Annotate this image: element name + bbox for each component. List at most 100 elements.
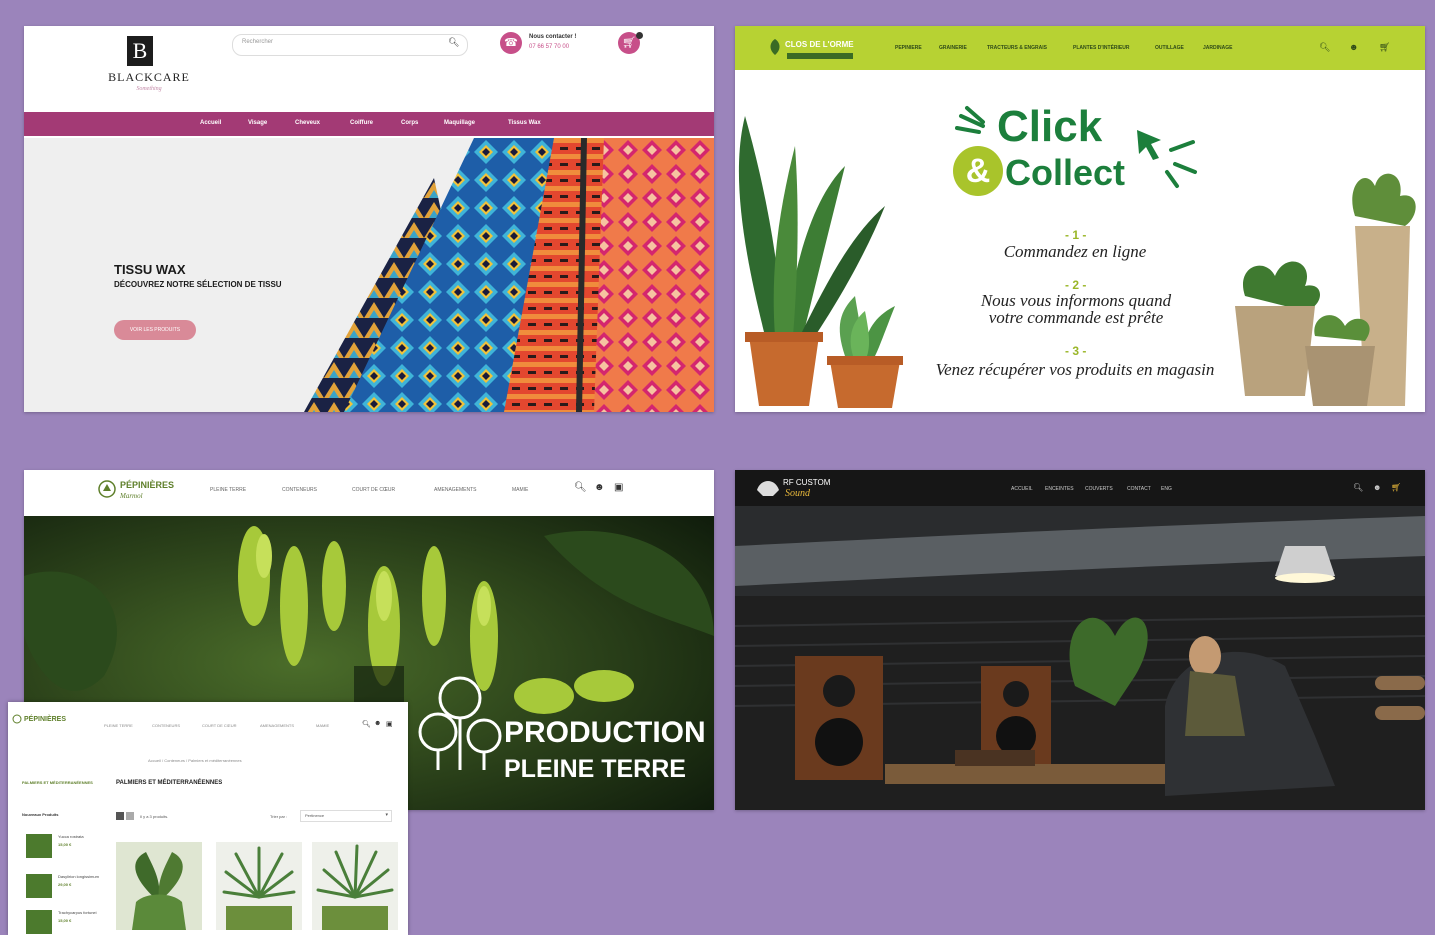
step-2-text: Nous vous informons quand votre commande… — [980, 291, 1172, 327]
brand-name[interactable]: RF CUSTOM — [783, 478, 830, 487]
product-count: Il y a 3 produits. — [140, 814, 169, 819]
account-icon[interactable]: ☻ — [374, 720, 381, 727]
view-products-button[interactable]: VOIR LES PRODUITS — [114, 320, 196, 340]
ampersand-badge: & — [953, 146, 1003, 196]
product-card-image-3[interactable] — [312, 842, 398, 930]
cart-icon[interactable]: ▣ — [386, 720, 393, 728]
brand-subtitle: Sound — [785, 488, 810, 499]
menu-item-court-de-coeur[interactable]: COURT DE CŒUR — [352, 487, 395, 493]
menu-item-contact[interactable]: CONTACT — [1127, 486, 1151, 492]
menu-item-court-de-coeur[interactable]: COURT DE CŒUR — [202, 723, 237, 728]
new-product-name-2[interactable]: Dasylirion longissimum — [58, 874, 99, 879]
brand-name[interactable]: PÉPINIÈRES — [120, 480, 174, 490]
category-page-inset-screenshot: PÉPINIÈRES PLEINE TERRE CONTENEURS COURT… — [8, 702, 408, 935]
potted-palms-image — [1235, 173, 1416, 406]
nav-item-accueil[interactable]: Accueil — [200, 120, 221, 126]
breadcrumb[interactable]: Accueil / Conteneurs / Palmiers et médit… — [148, 758, 242, 763]
menu-item-pleine-terre[interactable]: PLEINE TERRE — [210, 487, 246, 493]
menu-item-conteneurs[interactable]: CONTENEURS — [152, 723, 180, 728]
click-collect-website-screenshot: CLOS DE L'ORME PEPINIERE GRAINERIE TRACT… — [735, 26, 1425, 412]
menu-item-pleine-terre[interactable]: PLEINE TERRE — [104, 723, 133, 728]
cursor-click-icon — [1137, 130, 1197, 188]
blackcare-logo-tagline: Something — [136, 86, 162, 92]
wax-fabric-image — [304, 138, 714, 412]
nav-item-coiffure[interactable]: Coiffure — [350, 120, 373, 126]
new-product-thumb-1[interactable] — [26, 834, 52, 858]
nav-item-corps[interactable]: Corps — [401, 120, 418, 126]
tree-logo-icon[interactable] — [98, 480, 116, 498]
cart-count-badge — [636, 32, 643, 39]
hero-title: TISSU WAX — [114, 262, 186, 277]
search-icon[interactable]: 🔍︎ — [1353, 483, 1363, 492]
account-icon[interactable]: ☻ — [1373, 483, 1381, 492]
product-card-image-2[interactable] — [216, 842, 302, 930]
list-view-icon[interactable] — [126, 812, 134, 820]
nav-item-visage[interactable]: Visage — [248, 120, 267, 126]
step-3-number: - 3 - — [1065, 344, 1087, 358]
step-1-text: Commandez en ligne — [1003, 242, 1147, 261]
menu-item-plantes-interieur[interactable]: PLANTES D'INTÉRIEUR — [1073, 45, 1129, 51]
hero-subtitle: DÉCOUVREZ NOTRE SÉLECTION DE TISSU — [114, 280, 282, 289]
cart-icon[interactable]: 🛒︎ — [1379, 42, 1390, 53]
menu-item-accueil[interactable]: ACCUEIL — [1011, 486, 1033, 492]
menu-item-outillage[interactable]: OUTILLAGE — [1155, 45, 1184, 51]
menu-item-conteneurs[interactable]: CONTENEURS — [282, 487, 317, 493]
brand-logo-icon[interactable] — [755, 476, 781, 498]
nav-item-tissus-wax[interactable]: Tissus Wax — [508, 120, 541, 126]
tree-logo-icon[interactable] — [12, 714, 22, 724]
menu-item-mamie[interactable]: MAMIE — [512, 487, 528, 493]
account-icon[interactable]: ☻ — [594, 482, 605, 493]
blackcare-logo-mark[interactable]: B — [127, 36, 153, 66]
nav-item-cheveux[interactable]: Cheveux — [295, 120, 320, 126]
search-input[interactable] — [232, 34, 468, 56]
menu-item-lang[interactable]: ENG — [1161, 486, 1172, 492]
sort-select[interactable]: Pertinence ▾ — [300, 810, 392, 822]
menu-item-pepiniere[interactable]: PEPINIERE — [895, 45, 922, 51]
new-product-thumb-2[interactable] — [26, 874, 52, 898]
menu-item-graineterie[interactable]: GRAINERIE — [939, 45, 967, 51]
new-product-thumb-3[interactable] — [26, 910, 52, 934]
cart-icon[interactable]: 🛒︎ — [1391, 483, 1401, 492]
blackcare-logo-name: BLACKCARE — [108, 70, 190, 84]
search-placeholder: Rechercher — [242, 39, 274, 45]
trees-outline-icon — [418, 676, 502, 770]
menu-item-mamie[interactable]: MAMIE — [316, 723, 329, 728]
menu-item-amenagements[interactable]: AMENAGEMENTS — [260, 723, 294, 728]
burst-lines-icon — [955, 106, 985, 134]
living-room-speakers-image — [735, 506, 1425, 810]
search-icon[interactable]: 🔍︎ — [574, 482, 587, 493]
step-2-number: - 2 - — [1065, 278, 1087, 292]
brand-name[interactable]: PÉPINIÈRES — [24, 716, 66, 723]
search-icon[interactable]: 🔍︎ — [1319, 42, 1330, 53]
cart-icon[interactable]: ▣ — [614, 482, 623, 493]
contact-title[interactable]: Nous contacter ! — [529, 34, 576, 40]
new-product-price-2: 29,00 € — [58, 882, 72, 887]
menu-item-couverts[interactable]: COUVERTS — [1085, 486, 1113, 492]
search-icon[interactable]: 🔍︎ — [448, 37, 459, 48]
account-icon[interactable]: ☻ — [1349, 42, 1358, 52]
chevron-down-icon: ▾ — [385, 812, 388, 818]
snake-plant-image — [738, 116, 903, 408]
product-card-image-1[interactable] — [116, 842, 202, 930]
menu-item-tracteurs[interactable]: TRACTEURS & ENGRAIS — [987, 45, 1047, 51]
brand-name[interactable]: CLOS DE L'ORME — [785, 40, 854, 49]
menu-item-amenagements[interactable]: AMENAGEMENTS — [434, 487, 477, 493]
grid-view-icon[interactable] — [116, 812, 124, 820]
search-icon[interactable]: 🔍︎ — [362, 720, 371, 728]
menu-item-enceintes[interactable]: ENCEINTES — [1045, 486, 1074, 492]
phone-icon[interactable]: ☎ — [500, 32, 522, 54]
menu-item-jardinage[interactable]: JARDINAGE — [1203, 45, 1232, 51]
collect-word: Collect — [1005, 152, 1126, 193]
step-1-number: - 1 - — [1065, 228, 1087, 242]
page-title: PALMIERS ET MÉDITERRANÉENNES — [116, 780, 223, 786]
nav-item-maquillage[interactable]: Maquillage — [444, 120, 475, 126]
sort-label: Trier par : — [270, 814, 288, 819]
new-product-name-3[interactable]: Trachycarpus fortunei — [58, 910, 97, 915]
brand-subtitle-bar — [787, 53, 853, 59]
contact-phone[interactable]: 07 66 57 70 00 — [529, 44, 569, 50]
leaf-logo-icon[interactable] — [767, 38, 783, 56]
new-product-name-1[interactable]: Yucca rostrata — [58, 834, 84, 839]
step-3-text: Venez récupérer vos produits en magasin — [935, 360, 1215, 379]
click-word: Click — [997, 102, 1103, 151]
sidebar-category-heading[interactable]: PALMIERS ET MÉDITERRANÉENNES — [22, 780, 93, 785]
